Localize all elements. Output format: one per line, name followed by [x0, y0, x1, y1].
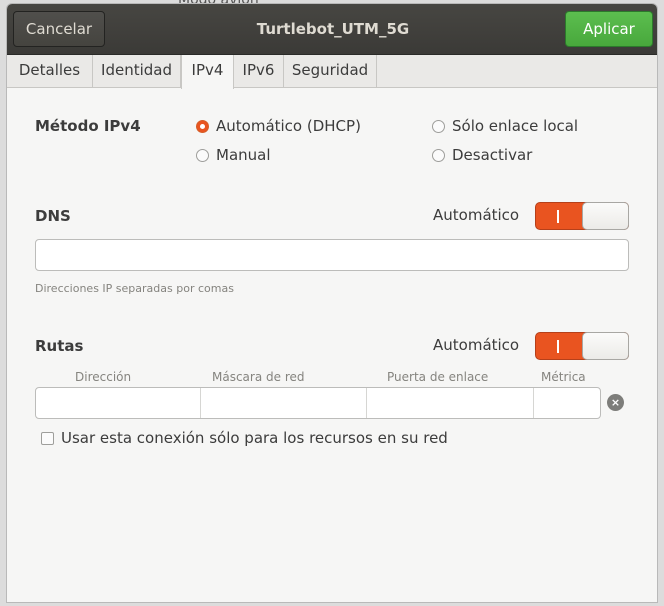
- switch-knob[interactable]: [582, 202, 629, 230]
- cancel-button[interactable]: Cancelar: [13, 11, 105, 47]
- network-settings-dialog: Cancelar Turtlebot_UTM_5G Aplicar Detall…: [6, 3, 658, 603]
- tab-seguridad[interactable]: Seguridad: [284, 55, 377, 88]
- checkbox-unchecked-icon[interactable]: [41, 431, 54, 445]
- radio-disable[interactable]: Desactivar: [432, 146, 532, 164]
- route-metric-input[interactable]: [534, 388, 600, 418]
- route-netmask-input[interactable]: [201, 388, 367, 418]
- apply-button[interactable]: Aplicar: [565, 11, 653, 47]
- tab-ipv6[interactable]: IPv6: [234, 55, 284, 88]
- only-local-resources-checkbox[interactable]: Usar esta conexión sólo para los recurso…: [41, 429, 448, 447]
- radio-checked-icon[interactable]: [196, 119, 209, 133]
- dns-auto-label: Automático: [433, 206, 520, 224]
- ipv4-method-label: Método IPv4: [35, 117, 141, 135]
- x-circle-icon[interactable]: ×: [607, 394, 624, 411]
- radio-unchecked-icon[interactable]: [196, 148, 209, 162]
- column-header-address: Dirección: [75, 370, 132, 384]
- radio-automatic-dhcp[interactable]: Automático (DHCP): [196, 117, 361, 135]
- column-header-gateway: Puerta de enlace: [387, 370, 489, 384]
- tab-detalles[interactable]: Detalles: [7, 55, 93, 88]
- radio-label: Desactivar: [452, 146, 533, 164]
- radio-label: Automático (DHCP): [216, 117, 361, 135]
- switch-on-indicator: [557, 340, 559, 353]
- radio-label: Sólo enlace local: [452, 117, 579, 135]
- dns-hint: Direcciones IP separadas por comas: [35, 282, 234, 295]
- switch-knob[interactable]: [582, 332, 629, 360]
- route-gateway-input[interactable]: [367, 388, 534, 418]
- switch-on-indicator: [557, 210, 559, 223]
- route-address-input[interactable]: [36, 388, 201, 418]
- route-entry-row: [35, 387, 601, 419]
- radio-manual[interactable]: Manual: [196, 146, 271, 164]
- routes-label: Rutas: [35, 337, 84, 355]
- dns-auto-switch[interactable]: [535, 202, 629, 230]
- radio-unchecked-icon[interactable]: [432, 119, 445, 133]
- radio-link-local[interactable]: Sólo enlace local: [432, 117, 578, 135]
- routes-auto-label: Automático: [433, 336, 520, 354]
- column-header-metric: Métrica: [541, 370, 586, 384]
- tab-bar: Detalles Identidad IPv4 IPv6 Seguridad: [7, 55, 657, 89]
- dns-input[interactable]: [35, 239, 629, 271]
- header-bar: Cancelar Turtlebot_UTM_5G Aplicar: [7, 4, 657, 55]
- tab-ipv4[interactable]: IPv4: [181, 55, 234, 89]
- column-header-netmask: Máscara de red: [212, 370, 305, 384]
- radio-label: Manual: [216, 146, 271, 164]
- dialog-title: Turtlebot_UTM_5G: [256, 20, 410, 38]
- tab-identidad[interactable]: Identidad: [93, 55, 181, 88]
- radio-unchecked-icon[interactable]: [432, 148, 445, 162]
- checkbox-label: Usar esta conexión sólo para los recurso…: [61, 429, 448, 447]
- ipv4-page: Método IPv4 Automático (DHCP) Sólo enlac…: [7, 89, 657, 602]
- routes-auto-switch[interactable]: [535, 332, 629, 360]
- dns-label: DNS: [35, 207, 71, 225]
